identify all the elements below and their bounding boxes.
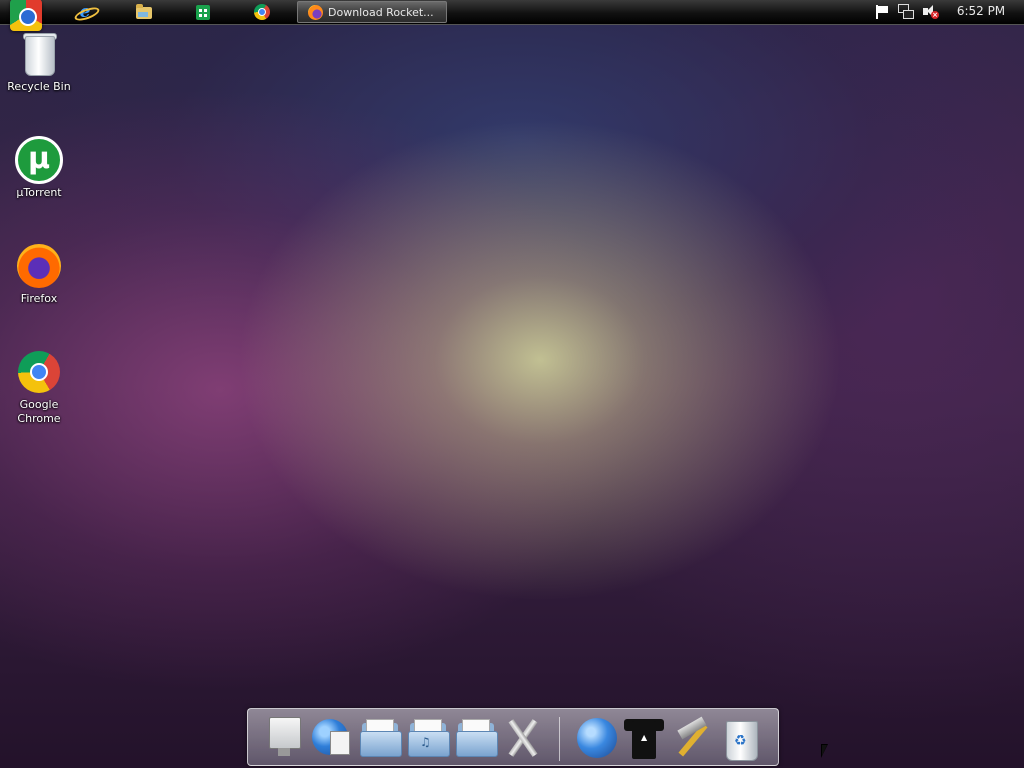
chrome-icon [254, 4, 270, 20]
dock-trash-icon[interactable]: ♻ [718, 715, 762, 761]
firefox-globe [17, 244, 61, 288]
recycle-bin-can [25, 36, 55, 76]
taskbar-file-explorer[interactable] [135, 3, 153, 21]
utorrent-icon: µ [15, 136, 63, 184]
mute-x-icon: × [931, 11, 939, 19]
speaker-shape [923, 5, 933, 17]
folder-front [456, 731, 498, 757]
dock-documents-folder-icon[interactable] [358, 715, 402, 761]
desktop-icon-firefox[interactable]: Firefox [1, 242, 77, 306]
taskbar-internet-explorer[interactable]: e [73, 3, 101, 24]
dock-music-folder-icon[interactable]: ♫ [406, 715, 450, 761]
desktop-icon-label: Recycle Bin [7, 80, 71, 93]
taskbar-windows-store[interactable] [194, 3, 212, 21]
utorrent-mu-glyph: µ [27, 141, 51, 176]
dock-separator [559, 717, 560, 761]
desktop-icon-label: Google Chrome [17, 398, 61, 425]
folder-front [360, 731, 402, 757]
desktop-icon-recycle-bin[interactable]: Recycle Bin [1, 30, 77, 94]
windows-logo-icon [199, 9, 207, 17]
taskbar: e Download Rocket... × 6:52 PM [0, 0, 1024, 31]
desktop-icon-label: µTorrent [16, 186, 62, 199]
monitor-screen [269, 717, 301, 749]
taskbar-window-label: Download Rocket... [328, 5, 434, 19]
start-button[interactable] [10, 0, 42, 31]
dock-globe-document-icon[interactable] [308, 715, 352, 761]
firefox-icon [15, 242, 63, 290]
monitor-stand [278, 748, 290, 756]
chrome-icon [15, 348, 63, 396]
taskbar-google-chrome[interactable] [253, 3, 271, 21]
chrome-ball [18, 351, 60, 393]
dock-tools-icon[interactable] [500, 715, 544, 761]
document-shape [330, 731, 350, 755]
desktop-icon-label: Firefox [20, 292, 58, 305]
dock: ♫ ▲ ♻ [247, 708, 779, 766]
taskbar-window-download-rocket[interactable]: Download Rocket... [297, 1, 447, 23]
dock-monitor-icon[interactable] [262, 715, 306, 761]
dock-hammer-icon[interactable] [670, 715, 714, 761]
recycle-symbol-icon: ♻ [734, 733, 747, 749]
flag-cloth [878, 6, 888, 13]
action-center-flag-icon[interactable] [876, 5, 889, 19]
desktop-icon-google-chrome[interactable]: Google Chrome [1, 348, 77, 426]
folder-window-icon [138, 12, 148, 17]
dock-pictures-folder-icon[interactable] [454, 715, 498, 761]
firefox-icon [308, 4, 323, 20]
dock-globe-arrow-icon[interactable] [574, 715, 618, 761]
network-monitor-front [903, 10, 914, 19]
recycle-bin-icon [15, 30, 63, 78]
network-icon[interactable] [898, 4, 914, 20]
clock[interactable]: 6:52 PM [948, 0, 1014, 24]
music-note-icon: ♫ [420, 735, 431, 749]
desktop-icon-utorrent[interactable]: µ µTorrent [1, 136, 77, 200]
tshirt-logo-icon: ▲ [641, 733, 648, 742]
globe-shape [577, 718, 617, 758]
mouse-cursor [821, 744, 828, 758]
dock-tshirt-icon[interactable]: ▲ [622, 715, 666, 761]
volume-muted-icon[interactable]: × [922, 4, 939, 20]
